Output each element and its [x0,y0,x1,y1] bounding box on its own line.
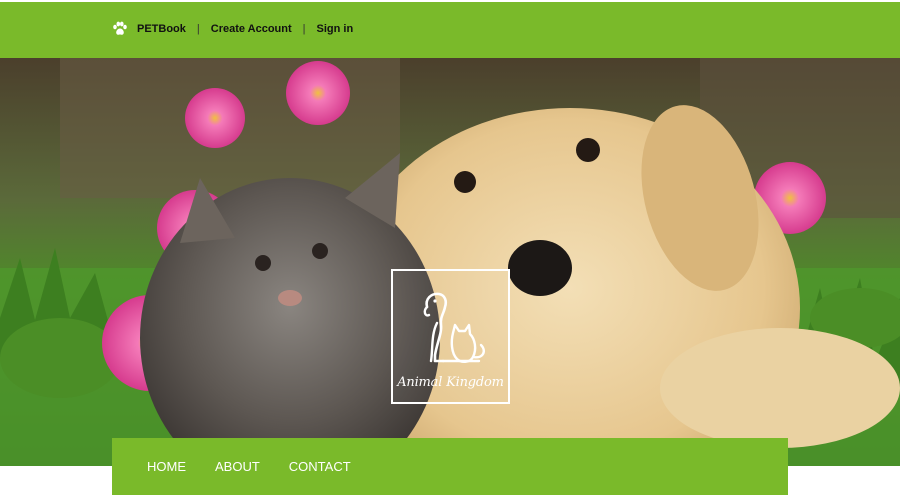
nav-separator: | [196,23,200,35]
top-header-bar: PETBook | Create Account | Sign in [0,0,900,58]
sign-in-link[interactable]: Sign in [317,23,354,35]
main-nav-bar: HOME ABOUT CONTACT [112,438,788,495]
paw-icon [113,21,127,35]
logo-text: Animal Kingdom [397,375,504,390]
brand-link[interactable]: PETBook [137,23,186,35]
nav-about-link[interactable]: ABOUT [215,459,260,474]
hero-banner: Animal Kingdom [0,58,900,466]
animal-kingdom-logo: Animal Kingdom [391,269,510,404]
nav-separator: | [302,23,306,35]
top-nav: PETBook | Create Account | Sign in [112,21,353,37]
hero-photo [0,58,900,466]
nav-contact-link[interactable]: CONTACT [289,459,351,474]
nav-home-link[interactable]: HOME [147,459,186,474]
dog-cat-silhouette-icon [423,292,485,363]
create-account-link[interactable]: Create Account [211,23,292,35]
